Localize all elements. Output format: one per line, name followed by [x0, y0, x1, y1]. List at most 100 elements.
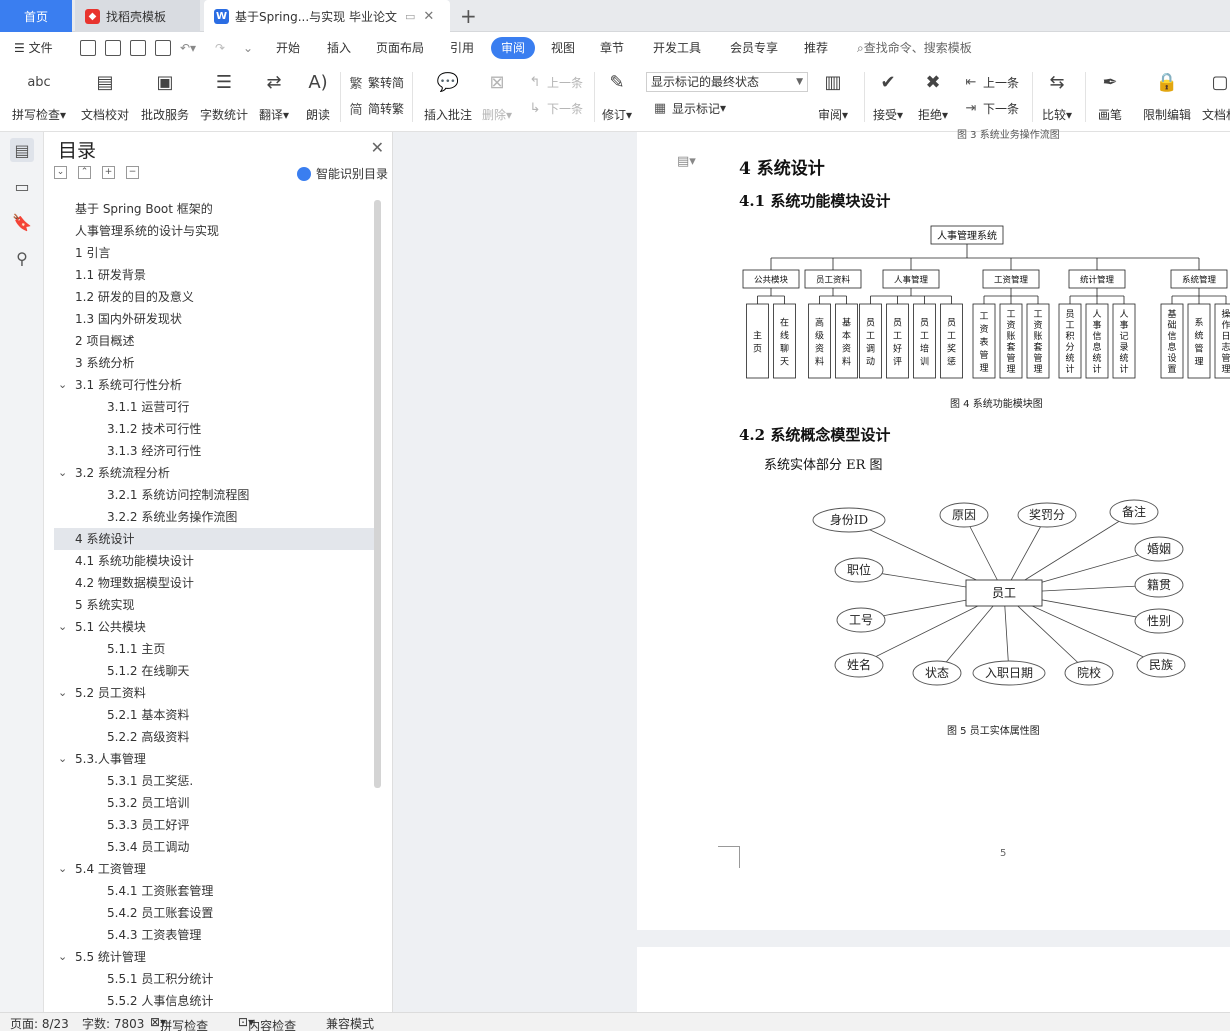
toc-item[interactable]: 4.1 系统功能模块设计 [54, 550, 374, 572]
reject-button[interactable]: ✖ 拒绝▾ [918, 68, 948, 126]
collapse-icon[interactable]: ⌄ [54, 166, 67, 179]
export-pdf-icon[interactable] [105, 40, 121, 56]
page-indicator[interactable]: 页面: 8/23 [10, 1015, 69, 1031]
compare-button[interactable]: ⇆ 比较▾ [1042, 68, 1072, 126]
toc-item[interactable]: 5.2.1 基本资料 [54, 704, 374, 726]
toc-item[interactable]: ⌄ 5.2 员工资料 [54, 682, 374, 704]
toc-item[interactable]: 5.5.2 人事信息统计 [54, 990, 374, 1012]
toc-item[interactable]: 3.2.1 系统访问控制流程图 [54, 484, 374, 506]
toc-item[interactable]: 5.3.4 员工调动 [54, 836, 374, 858]
menu-insert[interactable]: 插入 [327, 32, 351, 64]
menu-references[interactable]: 引用 [450, 32, 474, 64]
chevron-down-icon[interactable]: ⌄ [58, 748, 67, 770]
remove-icon[interactable]: − [126, 166, 139, 179]
markup-state-select[interactable]: 显示标记的最终状态 ▼ [646, 72, 808, 92]
restrict-edit-button[interactable]: 🔒 限制编辑 [1143, 68, 1191, 126]
spell-check-status[interactable]: ⊠ 拼写检查 ▾ [150, 1015, 208, 1031]
command-search[interactable]: ⌕查找命令、搜索模板 [857, 32, 972, 64]
close-icon[interactable]: ✕ [371, 138, 384, 157]
smart-toc-button[interactable]: 智能识别目录 [296, 165, 388, 182]
toc-item[interactable]: ⌄ 3.2 系统流程分析 [54, 462, 374, 484]
toc-item[interactable]: ⌄ 5.3.人事管理 [54, 748, 374, 770]
tab-document[interactable]: W 基于Spring...与实现 毕业论文 ▭ ✕ [204, 0, 450, 32]
track-changes-button[interactable]: ✎ 修订▾ [602, 68, 632, 126]
toc-item[interactable]: 5.3.1 员工奖惩. [54, 770, 374, 792]
file-menu[interactable]: ☰ 文件 [14, 32, 53, 64]
toc-item[interactable]: 5.3.3 员工好评 [54, 814, 374, 836]
toc-item[interactable]: 5 系统实现 [54, 594, 374, 616]
tab-template[interactable]: ◆ 找稻壳模板 [75, 0, 200, 32]
to-simplified-button[interactable]: 繁繁转简 [347, 72, 404, 92]
word-count-indicator[interactable]: 字数: 7803 [82, 1015, 144, 1031]
content-check-status[interactable]: ⊡ 内容检查 ▾ [238, 1015, 296, 1031]
chevron-down-icon[interactable]: ⌄ [58, 616, 67, 638]
toc-item[interactable]: ⌄ 5.4 工资管理 [54, 858, 374, 880]
toc-item[interactable]: 1.1 研发背景 [54, 264, 374, 286]
menu-view[interactable]: 视图 [551, 32, 575, 64]
page-menu-icon[interactable]: ▤▾ [677, 154, 696, 169]
delete-comment-button[interactable]: ⊠ 删除▾ [482, 68, 512, 126]
chevron-down-icon[interactable]: ⌄ [58, 858, 67, 880]
toc-item[interactable]: 1.2 研发的目的及意义 [54, 286, 374, 308]
quick-access-dropdown-icon[interactable]: ⌄ [243, 32, 253, 64]
toc-item[interactable]: 5.4.3 工资表管理 [54, 924, 374, 946]
bookmark-icon[interactable]: 🔖 [10, 210, 34, 234]
menu-chapter[interactable]: 章节 [600, 32, 624, 64]
toc-item[interactable]: 3.1.3 经济可行性 [54, 440, 374, 462]
insert-comment-button[interactable]: 💬 插入批注 [424, 68, 472, 126]
toc-item[interactable]: 3 系统分析 [54, 352, 374, 374]
chapter-nav-icon[interactable]: ▭ [10, 174, 34, 198]
toc-item[interactable]: 5.4.1 工资账套管理 [54, 880, 374, 902]
toc-scrollbar[interactable] [374, 200, 381, 788]
toc-item[interactable]: 基于 Spring Boot 框架的 [54, 198, 374, 220]
spell-check-button[interactable]: abc 拼写检查▾ [12, 68, 66, 126]
toc-item[interactable]: 5.1.1 主页 [54, 638, 374, 660]
review-service-button[interactable]: ▣ 批改服务 [141, 68, 189, 126]
toc-item[interactable]: 3.1.1 运营可行 [54, 396, 374, 418]
menu-dev-tools[interactable]: 开发工具 [653, 32, 701, 64]
to-traditional-button[interactable]: 简简转繁 [347, 98, 404, 118]
toc-item[interactable]: 3.1.2 技术可行性 [54, 418, 374, 440]
new-tab-icon[interactable]: + [460, 4, 477, 28]
doc-rights-button[interactable]: ▢ 文档权 [1202, 68, 1230, 126]
toc-item[interactable]: 5.2.2 高级资料 [54, 726, 374, 748]
toc-item[interactable]: 1.3 国内外研发现状 [54, 308, 374, 330]
print-preview-icon[interactable] [155, 40, 171, 56]
tab-close-icon[interactable]: ✕ [423, 9, 434, 24]
toc-item[interactable]: 4.2 物理数据模型设计 [54, 572, 374, 594]
prev-comment-button[interactable]: ↰ 上一条 [526, 72, 583, 92]
review-pane-button[interactable]: ▥ 审阅▾ [818, 68, 848, 126]
prev-change-button[interactable]: ⇤ 上一条 [962, 72, 1019, 92]
toc-item[interactable]: 3.2.2 系统业务操作流图 [54, 506, 374, 528]
toc-item[interactable]: 5.3.2 员工培训 [54, 792, 374, 814]
toc-item[interactable]: 1 引言 [54, 242, 374, 264]
toc-nav-icon[interactable]: ▤ [10, 138, 34, 162]
tab-home[interactable]: 首页 [0, 0, 72, 32]
expand-up-icon[interactable]: ⌃ [78, 166, 91, 179]
search-icon[interactable]: ⚲ [10, 246, 34, 270]
word-count-button[interactable]: ☰ 字数统计 [200, 68, 248, 126]
show-markup-button[interactable]: ▦ 显示标记 ▾ [651, 98, 726, 118]
save-icon[interactable] [80, 40, 96, 56]
chevron-down-icon[interactable]: ⌄ [58, 946, 67, 968]
add-icon[interactable]: + [102, 166, 115, 179]
toc-item[interactable]: ⌄ 5.1 公共模块 [54, 616, 374, 638]
toc-item[interactable]: 5.4.2 员工账套设置 [54, 902, 374, 924]
translate-button[interactable]: ⇄ 翻译▾ [259, 68, 289, 126]
menu-start[interactable]: 开始 [276, 32, 300, 64]
proofread-button[interactable]: ▤ 文档校对 [81, 68, 129, 126]
chevron-down-icon[interactable]: ⌄ [58, 682, 67, 704]
tab-pin-icon[interactable]: ▭ [405, 10, 415, 23]
toc-item[interactable]: ⌄ 3.1 系统可行性分析 [54, 374, 374, 396]
next-comment-button[interactable]: ↳ 下一条 [526, 98, 583, 118]
toc-item[interactable]: 4 系统设计 [54, 528, 374, 550]
undo-icon[interactable]: ↶▾ [180, 32, 196, 64]
chevron-down-icon[interactable]: ⌄ [58, 374, 67, 396]
chevron-down-icon[interactable]: ⌄ [58, 462, 67, 484]
toc-item[interactable]: 5.1.2 在线聊天 [54, 660, 374, 682]
next-change-button[interactable]: ⇥ 下一条 [962, 98, 1019, 118]
redo-icon[interactable]: ↷ [215, 32, 225, 64]
menu-page-layout[interactable]: 页面布局 [376, 32, 424, 64]
toc-item[interactable]: ⌄ 5.5 统计管理 [54, 946, 374, 968]
menu-member[interactable]: 会员专享 [730, 32, 778, 64]
